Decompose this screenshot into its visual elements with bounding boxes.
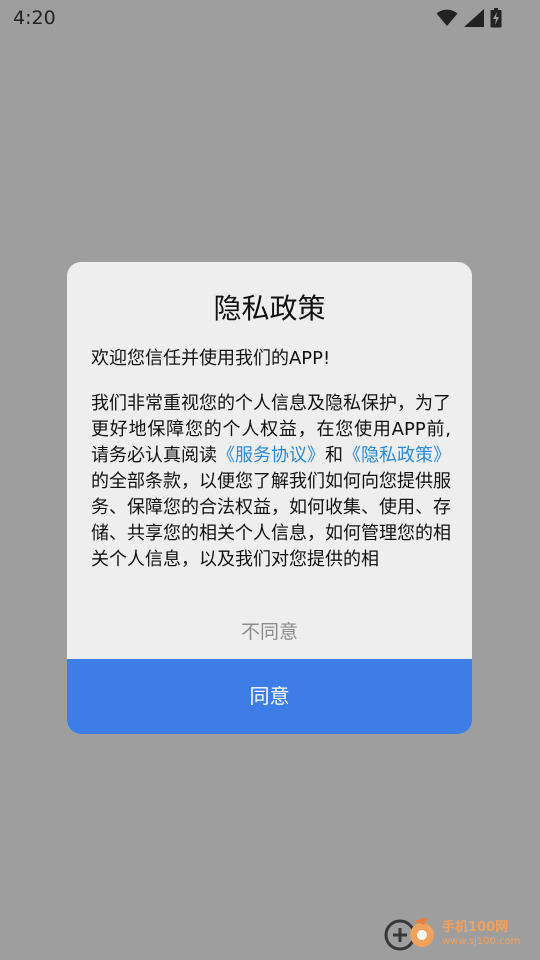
- status-bar: 4:20: [0, 0, 540, 36]
- privacy-policy-dialog: 隐私政策 欢迎您信任并使用我们的APP! 我们非常重视您的个人信息及隐私保护，为…: [67, 262, 472, 734]
- cellular-signal-icon: [464, 9, 484, 27]
- watermark-brand: 手机100网: [442, 920, 509, 935]
- watermark-text: 手机100网 www.sj100.com: [442, 921, 520, 949]
- privacy-policy-link[interactable]: 《隐私政策》: [343, 445, 451, 466]
- dialog-greeting: 欢迎您信任并使用我们的APP!: [91, 348, 331, 369]
- dialog-title: 隐私政策: [213, 292, 326, 325]
- watermark: 手机100网 www.sj100.com: [384, 912, 534, 958]
- status-time: 4:20: [13, 7, 56, 29]
- watermark-logo-icon: [384, 913, 438, 957]
- wifi-icon: [436, 9, 458, 27]
- body-rest-text: 的全部条款，以便您了解我们如何向您提供服务、保障您的合法权益，如何收集、使用、存…: [91, 471, 451, 570]
- disagree-button[interactable]: 不同意: [67, 614, 472, 650]
- agree-button[interactable]: 同意: [67, 659, 472, 734]
- service-agreement-link[interactable]: 《服务协议》: [217, 445, 325, 466]
- battery-charging-icon: [490, 8, 502, 28]
- status-icons: [436, 7, 502, 29]
- body-joiner-text: 和: [325, 445, 343, 466]
- watermark-url: www.sj100.com: [442, 936, 521, 947]
- dialog-body-text[interactable]: 我们非常重视您的个人信息及隐私保护，为了更好地保障您的个人权益，在您使用APP前…: [91, 391, 451, 579]
